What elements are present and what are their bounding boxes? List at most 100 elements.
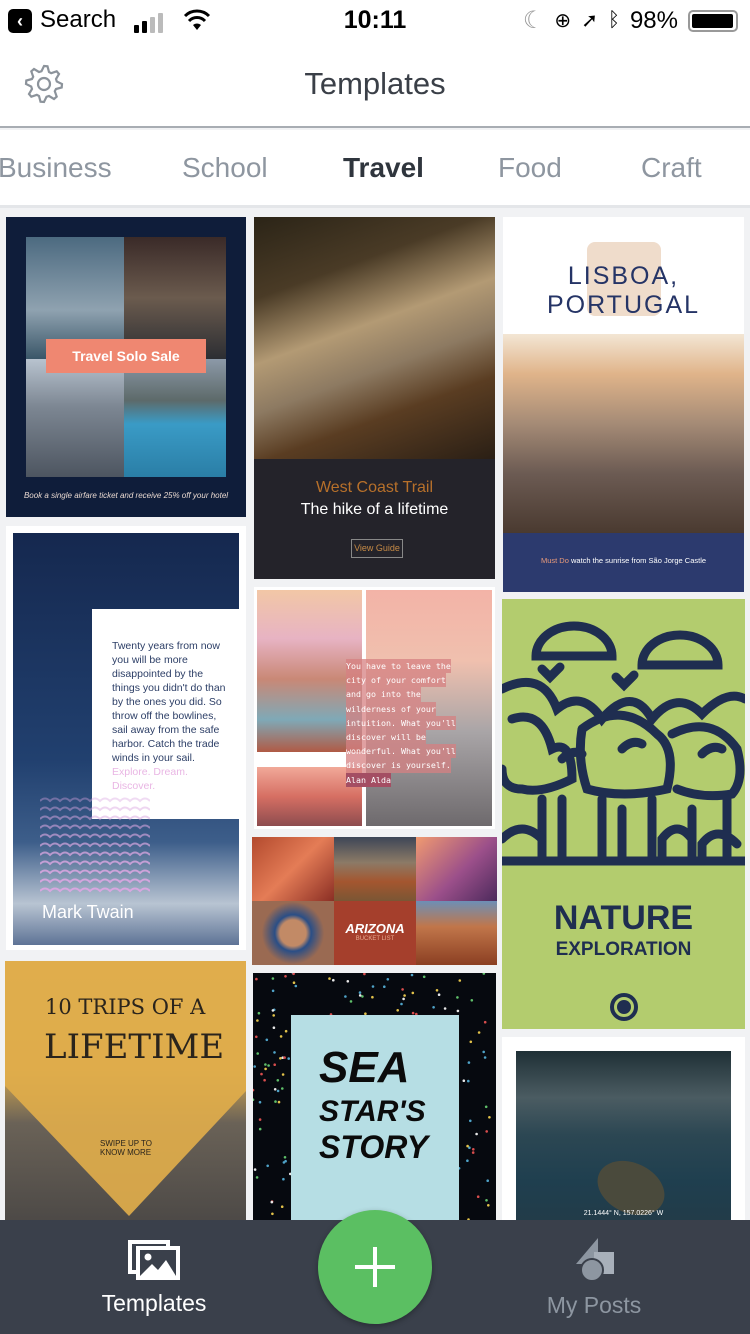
bead-dot — [253, 1088, 255, 1092]
bead-dot — [456, 996, 459, 999]
template-sea-turtle[interactable]: 21.1444° N, 157.0226° W — [502, 1037, 745, 1220]
bead-dot — [283, 1156, 287, 1159]
bead-dot — [292, 981, 296, 984]
bead-dot — [332, 978, 335, 982]
promo-caption: Book a single airfare ticket and receive… — [23, 491, 229, 500]
bead-dot — [443, 1007, 447, 1010]
nature-title: NATURE — [553, 899, 694, 937]
quote-box: Twenty years from now you will be more d… — [92, 609, 239, 819]
template-10-trips-of-a-lifetime[interactable]: 10 TRIPS OF A LIFETIME SWIPE UP TO KNOW … — [5, 961, 246, 1220]
bead-dot — [469, 1119, 472, 1123]
bead-dot — [276, 1089, 280, 1093]
lisboa-caption: watch the sunrise from São Jorge Castle — [570, 556, 707, 565]
template-arizona-bucket-list[interactable]: ARIZONA BUCKET LIST — [252, 837, 497, 965]
bead-dot — [267, 1064, 270, 1067]
bead-dot — [410, 973, 414, 977]
trips-cta: SWIPE UP TO KNOW MORE — [100, 1139, 152, 1157]
bead-dot — [466, 1144, 469, 1148]
bead-dot — [483, 1056, 487, 1059]
template-mark-twain-quote[interactable]: Twenty years from now you will be more d… — [6, 526, 246, 950]
category-tabs: Business School Travel Food Craft — [0, 130, 750, 208]
nav-templates[interactable]: Templates — [54, 1238, 254, 1317]
sea-line2: STAR'S — [319, 1095, 426, 1128]
tab-food[interactable]: Food — [498, 152, 562, 184]
tab-craft[interactable]: Craft — [641, 152, 702, 184]
battery-percent: 98% — [629, 6, 678, 34]
collage-photo — [26, 359, 124, 477]
lisboa-footer: Must Do watch the sunrise from São Jorge… — [503, 533, 744, 592]
view-guide-button[interactable]: View Guide — [351, 539, 403, 558]
nav-my-posts[interactable]: My Posts — [494, 1238, 694, 1319]
trips-line1: 10 TRIPS OF A — [45, 995, 206, 1019]
bead-dot — [287, 1057, 290, 1060]
template-nature-exploration[interactable]: NATURE EXPLORATION — [502, 599, 745, 1029]
bead-dot — [466, 1159, 469, 1162]
tab-business[interactable]: Business — [0, 152, 112, 184]
trips-cta-line2: KNOW MORE — [100, 1148, 152, 1157]
tab-travel[interactable]: Travel — [343, 152, 424, 184]
bead-dot — [371, 995, 374, 999]
arizona-title: ARIZONA — [345, 921, 405, 936]
template-alan-alda-quote[interactable]: You have to leave the city of your comfor… — [254, 587, 495, 829]
page-title: Templates — [304, 66, 446, 101]
bead-dot — [403, 994, 406, 997]
bead-dot — [485, 1199, 488, 1202]
canyon-photo — [416, 901, 497, 965]
bead-dot — [279, 1057, 282, 1060]
template-west-coast-trail[interactable]: West Coast Trail The hike of a lifetime … — [254, 217, 495, 579]
moon-icon: ☾ — [522, 7, 545, 34]
quote-line: You have to leave the — [346, 659, 451, 674]
quote-line: city of your comfort — [346, 673, 446, 688]
wave-line — [40, 842, 150, 848]
bead-dot — [437, 993, 441, 996]
bead-dot — [271, 989, 275, 993]
bead-dot — [469, 1040, 473, 1044]
bead-dot — [281, 1073, 285, 1076]
collage-photo — [124, 359, 226, 477]
bead-dot — [294, 984, 298, 988]
bead-dot — [383, 985, 386, 988]
template-sea-stars-story[interactable]: SEA STAR'S STORY — [253, 973, 496, 1220]
bead-dot — [270, 1200, 274, 1204]
bead-dot — [253, 1098, 255, 1101]
bead-dot — [462, 1079, 466, 1082]
templates-gallery-icon — [128, 1240, 180, 1280]
bead-dot — [344, 995, 347, 998]
bead-dot — [255, 1176, 259, 1179]
bead-dot — [292, 973, 295, 976]
quote-line: wilderness of your — [346, 701, 436, 716]
bead-dot — [402, 997, 405, 1001]
couple-photo — [503, 334, 744, 533]
quote-author: Alan Alda — [346, 772, 391, 787]
template-lisboa-portugal[interactable]: LISBOA, PORTUGAL Must Do watch the sunri… — [503, 217, 744, 592]
bead-dot — [484, 1105, 488, 1109]
lisboa-title: LISBOA, PORTUGAL — [546, 262, 701, 319]
sea-star-panel: SEA STAR'S STORY — [291, 1015, 459, 1220]
bead-dot — [467, 1079, 470, 1083]
bead-dot — [482, 973, 486, 975]
create-post-button[interactable] — [318, 1210, 432, 1324]
trail-subtitle: The hike of a lifetime — [300, 501, 449, 518]
wave-line — [40, 851, 150, 857]
template-travel-solo-sale[interactable]: Travel Solo Sale Book a single airfare t… — [6, 217, 246, 517]
tab-school[interactable]: School — [182, 152, 268, 184]
bead-dot — [264, 1063, 267, 1066]
quote-tagline: Explore. Dream. Discover. — [112, 766, 188, 792]
bead-dot — [255, 977, 258, 981]
quote-author: Mark Twain — [42, 902, 134, 922]
bead-dot — [257, 1011, 261, 1015]
status-bar: ‹ Search 10:11 ☾ ⊕ ➚ ᛒ 98% — [0, 0, 750, 42]
bead-dot — [476, 1195, 480, 1198]
bead-dot — [263, 1078, 266, 1082]
bead-dot — [482, 1050, 485, 1054]
trail-title: West Coast Trail — [315, 479, 434, 496]
turtle-coordinates: 21.1444° N, 157.0226° W — [583, 1210, 664, 1217]
canyon-photo — [416, 837, 497, 901]
bead-dot — [458, 979, 462, 982]
battery-icon — [688, 9, 738, 32]
bead-dot — [284, 1159, 287, 1163]
bead-dot — [358, 994, 362, 997]
wave-line — [40, 833, 150, 839]
location-arrow-icon: ➚ — [581, 10, 598, 32]
bead-dot — [363, 973, 366, 976]
